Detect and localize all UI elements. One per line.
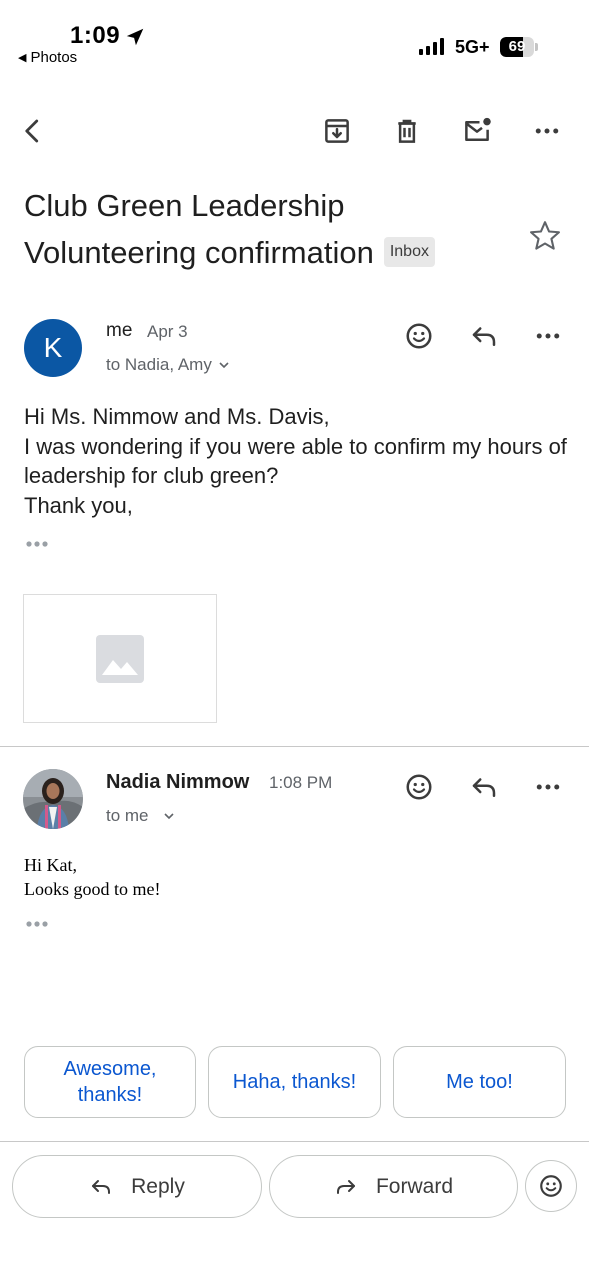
sender-name: Nadia Nimmow xyxy=(106,771,250,793)
forward-label: Forward xyxy=(375,1174,454,1198)
battery-icon: 69 xyxy=(500,37,538,57)
reply-label: Reply xyxy=(131,1174,185,1198)
reply-button[interactable]: Reply xyxy=(12,1155,262,1218)
battery-level: 69 xyxy=(508,38,526,55)
image-placeholder-icon xyxy=(96,634,144,683)
recipients-toggle[interactable]: to Nadia, Amy xyxy=(106,355,230,375)
body-line: Hi Ms. Nimmow and Ms. Davis, xyxy=(24,404,330,429)
signal-icon xyxy=(419,37,444,55)
body-line: Looks good to me! xyxy=(24,879,161,899)
show-trimmed-content-icon[interactable] xyxy=(24,538,52,550)
back-app-label: Photos xyxy=(30,49,78,66)
add-reaction-icon[interactable] xyxy=(401,318,437,354)
emoji-icon xyxy=(540,1175,562,1197)
body-line: Thank you, xyxy=(24,492,133,518)
smart-reply-chip[interactable]: Awesome, thanks! xyxy=(24,1046,196,1118)
status-time: 1:09 xyxy=(70,22,121,49)
bottom-divider xyxy=(0,1141,589,1142)
location-arrow-icon xyxy=(126,28,144,46)
more-options-icon[interactable] xyxy=(530,114,564,148)
forward-button[interactable]: Forward xyxy=(269,1155,518,1218)
subject-text: Club Green Leadership Volunteering confi… xyxy=(24,188,374,270)
message-body: Hi Ms. Nimmow and Ms. Davis, I was wonde… xyxy=(24,402,569,520)
back-triangle-icon: ◀ xyxy=(18,52,27,64)
body-line: I was wondering if you were able to conf… xyxy=(24,433,567,489)
body-line: Hi Kat, xyxy=(24,855,77,875)
email-subject: Club Green Leadership Volunteering confi… xyxy=(24,182,504,276)
message-more-icon[interactable] xyxy=(530,318,566,354)
message-divider xyxy=(0,746,589,747)
smart-reply-chip[interactable]: Haha, thanks! xyxy=(208,1046,381,1118)
sender-avatar[interactable]: K xyxy=(24,319,82,377)
show-trimmed-content-icon[interactable] xyxy=(24,918,52,930)
sender-photo-avatar[interactable] xyxy=(23,769,83,829)
message-time: 1:08 PM xyxy=(269,773,333,792)
back-to-app-link[interactable]: ◀ Photos xyxy=(18,49,77,66)
add-reaction-icon[interactable] xyxy=(401,769,437,805)
chevron-down-icon xyxy=(163,813,174,820)
reply-icon[interactable] xyxy=(466,318,502,354)
delete-icon[interactable] xyxy=(390,114,424,148)
recipients-text: to me xyxy=(106,806,149,825)
reply-icon[interactable] xyxy=(466,769,502,805)
network-label: 5G+ xyxy=(455,37,490,57)
recipients-toggle[interactable]: to me xyxy=(106,806,175,826)
reply-icon xyxy=(92,1179,111,1194)
archive-icon[interactable] xyxy=(320,114,354,148)
smart-reply-chip[interactable]: Me too! xyxy=(393,1046,566,1118)
back-arrow-icon[interactable] xyxy=(16,114,50,148)
forward-icon xyxy=(336,1179,355,1194)
sender-name: me xyxy=(106,320,133,341)
mark-unread-icon[interactable] xyxy=(460,114,494,148)
recipients-text: to Nadia, Amy xyxy=(106,355,212,374)
emoji-reaction-button[interactable] xyxy=(525,1160,577,1212)
image-attachment[interactable] xyxy=(23,594,217,723)
star-icon[interactable] xyxy=(527,218,563,254)
inbox-label-badge[interactable]: Inbox xyxy=(383,236,435,267)
message-date: Apr 3 xyxy=(147,322,188,341)
chevron-down-icon xyxy=(219,362,229,369)
avatar-letter: K xyxy=(43,332,63,363)
message-more-icon[interactable] xyxy=(530,769,566,805)
message-body: Hi Kat, Looks good to me! xyxy=(24,853,161,901)
